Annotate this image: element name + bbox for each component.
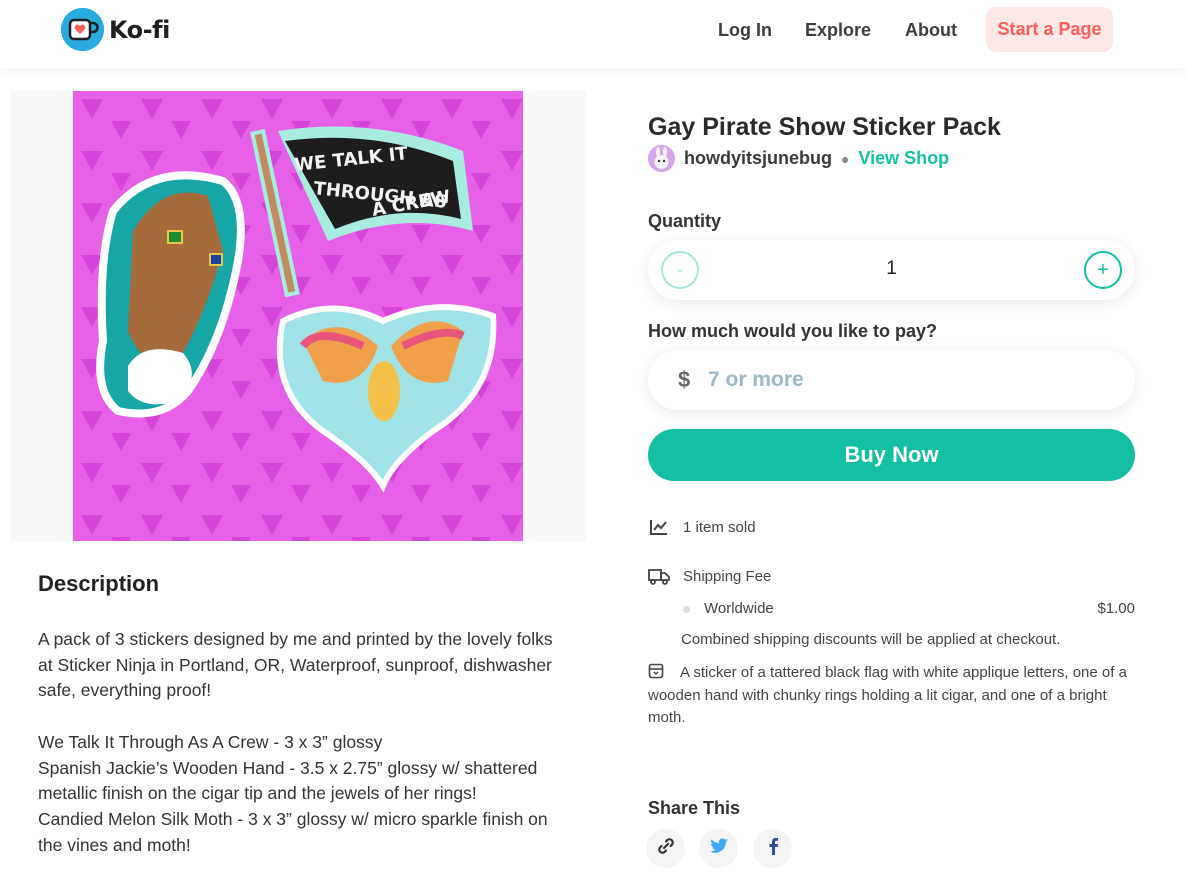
pay-amount-input[interactable] [708, 362, 1108, 398]
package-description: A sticker of a tattered black flag with … [648, 664, 1127, 726]
description-title: Description [38, 571, 160, 596]
share-twitter-button[interactable] [699, 829, 738, 868]
share-title: Share This [648, 798, 741, 818]
facebook-icon [767, 837, 779, 860]
pay-amount-field: $ [648, 350, 1135, 410]
share-facebook-button[interactable] [753, 829, 792, 868]
ko-fi-cup-icon [61, 8, 104, 51]
currency-symbol: $ [678, 367, 691, 392]
start-a-page-button[interactable]: Start a Page [986, 7, 1113, 52]
twitter-icon [709, 837, 729, 860]
product-image[interactable]: WE TALK IT THROUGH AS A CREW [73, 91, 523, 541]
trend-chart-icon [648, 517, 670, 537]
nav-explore[interactable]: Explore [805, 20, 871, 41]
quantity-label: Quantity [648, 211, 722, 231]
site-header: Ko-fi Log In Explore About Start a Page [0, 0, 1187, 68]
shipping-note: Combined shipping discounts will be appl… [681, 631, 1061, 648]
shipping-region: Worldwide [704, 600, 774, 617]
shipping-price: $1.00 [1097, 600, 1135, 617]
items-sold-text: 1 item sold [683, 518, 756, 536]
package-description-row: A sticker of a tattered black flag with … [648, 662, 1135, 730]
view-shop-link[interactable]: View Shop [858, 148, 949, 169]
seller-avatar[interactable] [648, 145, 675, 172]
seller-row: howdyitsjunebug ● View Shop [648, 145, 949, 172]
buy-now-button[interactable]: Buy Now [648, 429, 1135, 481]
items-sold-row: 1 item sold [648, 517, 756, 537]
nav-log-in[interactable]: Log In [718, 20, 772, 41]
quantity-value[interactable]: 1 [648, 258, 1135, 280]
share-link-button[interactable] [646, 829, 685, 868]
nav-about[interactable]: About [905, 20, 957, 41]
ko-fi-logo[interactable]: Ko-fi [61, 8, 170, 51]
quantity-stepper: - 1 + [648, 240, 1135, 300]
quantity-increase-button[interactable]: + [1084, 251, 1122, 289]
dot-separator-icon: ● [841, 150, 850, 167]
truck-icon [648, 566, 670, 586]
package-icon [648, 663, 664, 679]
shipping-fee-label: Shipping Fee [683, 567, 772, 585]
bullet-icon [683, 606, 690, 613]
pay-amount-label: How much would you like to pay? [648, 321, 938, 341]
product-image-container: WE TALK IT THROUGH AS A CREW [10, 91, 586, 541]
shipping-fee-row: Shipping Fee [648, 566, 771, 586]
logo-text: Ko-fi [109, 15, 170, 44]
link-icon [656, 836, 676, 861]
seller-name-link[interactable]: howdyitsjunebug [684, 148, 832, 169]
description-text: A pack of 3 stickers designed by me and … [38, 627, 568, 858]
description-paragraph-1: A pack of 3 stickers designed by me and … [38, 629, 553, 701]
product-title: Gay Pirate Show Sticker Pack [648, 113, 1001, 141]
description-paragraph-2: We Talk It Through As A Crew - 3 x 3” gl… [38, 731, 548, 855]
